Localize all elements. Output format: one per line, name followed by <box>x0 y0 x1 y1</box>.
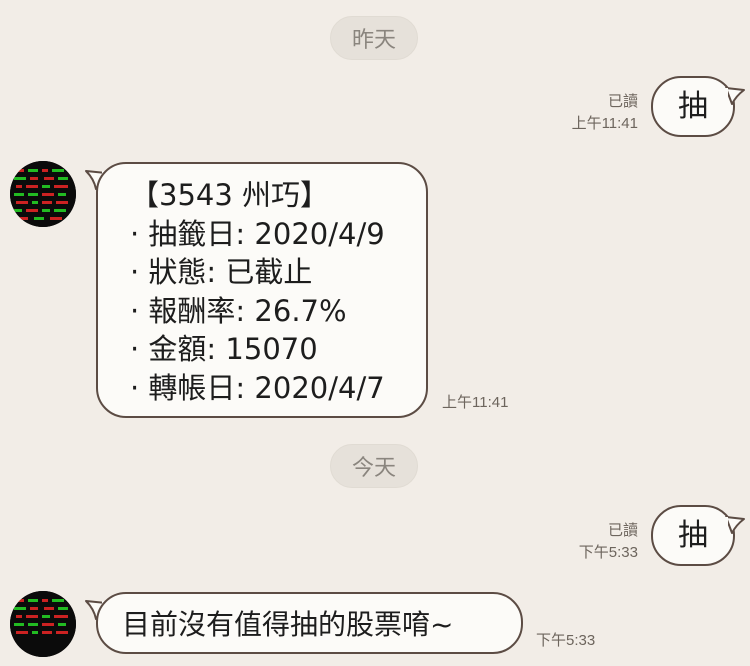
message-line: 【3543 州巧】 <box>130 178 330 212</box>
message-text: 目前沒有值得抽的股票唷~ <box>122 608 454 641</box>
read-receipt: 已讀 <box>607 522 638 539</box>
contact-avatar[interactable] <box>10 161 76 227</box>
message-time: 上午11:41 <box>442 394 509 411</box>
stock-board-avatar-image <box>10 161 76 227</box>
date-label: 今天 <box>351 456 396 481</box>
outgoing-message-bubble[interactable]: 抽 <box>651 76 735 137</box>
bubble-tail <box>724 516 745 534</box>
message-time: 上午11:41 <box>571 115 638 132</box>
date-separator-today: 今天 <box>330 444 418 488</box>
bubble-tail <box>724 87 745 105</box>
contact-avatar[interactable] <box>10 591 76 657</box>
message-line: · 轉帳日: 2020/4/7 <box>130 370 385 405</box>
date-label: 昨天 <box>351 28 396 53</box>
outgoing-message-bubble[interactable]: 抽 <box>651 505 735 566</box>
message-line: · 抽籤日: 2020/4/9 <box>130 216 385 251</box>
incoming-message-bubble[interactable]: 目前沒有值得抽的股票唷~ <box>96 592 523 654</box>
message-text: 抽 <box>678 89 708 124</box>
message-line: · 狀態: 已截止 <box>130 255 313 289</box>
read-receipt: 已讀 <box>607 93 638 110</box>
chat-screen: { "date_separators": { "yesterday": "昨天"… <box>0 0 750 666</box>
message-time: 下午5:33 <box>578 544 638 561</box>
date-separator-yesterday: 昨天 <box>330 16 418 60</box>
message-lines: 【3543 州巧】 · 抽籤日: 2020/4/9 · 狀態: 已截止 · 報酬… <box>130 176 385 407</box>
incoming-message-bubble[interactable]: 【3543 州巧】 · 抽籤日: 2020/4/9 · 狀態: 已截止 · 報酬… <box>96 162 428 418</box>
message-time: 下午5:33 <box>536 632 596 649</box>
message-text: 抽 <box>678 518 708 553</box>
message-line: · 金額: 15070 <box>130 332 318 366</box>
stock-board-avatar-image <box>10 591 76 657</box>
message-line: · 報酬率: 26.7% <box>130 293 347 328</box>
